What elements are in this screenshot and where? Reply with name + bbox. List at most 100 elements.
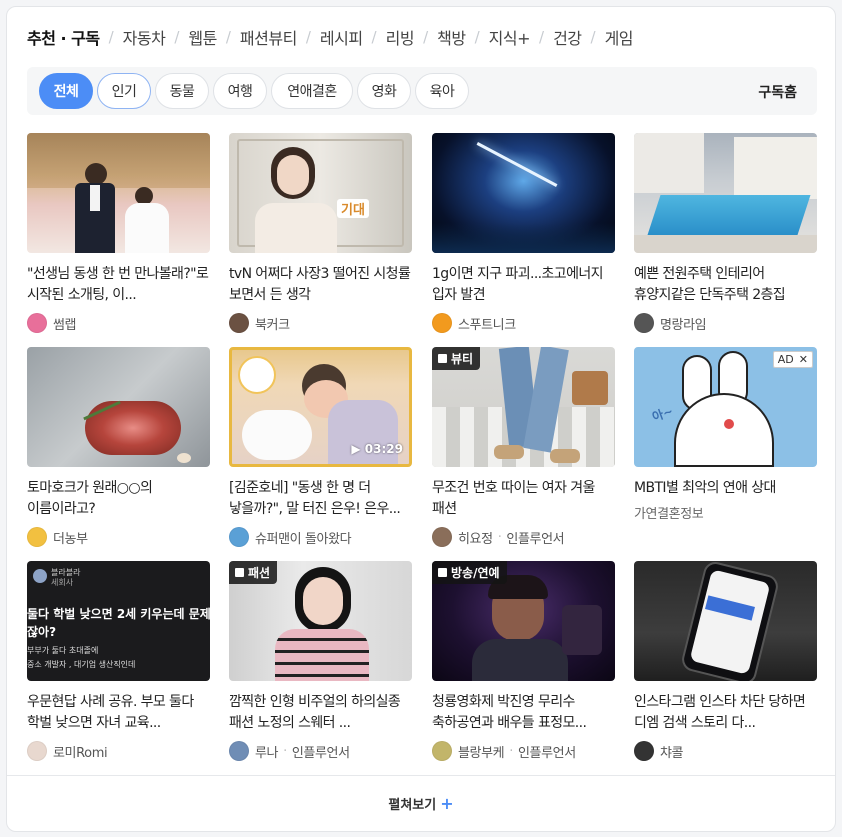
card-title[interactable]: 1g이면 지구 파괴...초고에너지 입자 발견	[432, 264, 615, 306]
nav-separator: /	[174, 28, 180, 46]
card-thumbnail[interactable]: 기대	[229, 133, 412, 253]
expand-more-button[interactable]: 펼쳐보기 +	[7, 775, 835, 831]
ad-badge[interactable]: AD ✕	[772, 351, 813, 368]
card-title[interactable]: "선생님 동생 한 번 만나볼래?"로 시작된 소개팅, 이...	[27, 264, 210, 306]
source-name[interactable]: 명랑라임	[660, 314, 707, 333]
content-card[interactable]: 토마호크가 원래○○의 이름이라고? 더농부	[27, 347, 210, 548]
nav-item-auto[interactable]: 자동차	[123, 25, 166, 49]
source-avatar	[432, 741, 452, 761]
subscribe-home-link[interactable]: 구독홈	[758, 82, 797, 102]
chip-parenting[interactable]: 육아	[415, 73, 469, 109]
content-card[interactable]: 아~ AD ✕ MBTI별 최악의 연애 상대 가연결혼정보	[634, 347, 817, 523]
separator-dot: ·	[509, 743, 513, 759]
nav-separator: /	[371, 28, 377, 46]
card-thumbnail[interactable]: 아~ AD ✕	[634, 347, 817, 467]
source-name[interactable]: 챠콜	[660, 742, 684, 761]
nav-item-webtoon[interactable]: 웹툰	[188, 25, 217, 49]
card-thumbnail[interactable]: 패션	[229, 561, 412, 681]
source-name[interactable]: 루나	[255, 742, 279, 761]
nav-item-recipe[interactable]: 레시피	[320, 25, 363, 49]
thumbnail-text: 세회사	[51, 578, 74, 587]
nav-item-health[interactable]: 건강	[553, 25, 582, 49]
nav-separator: /	[423, 28, 429, 46]
chip-popular[interactable]: 인기	[97, 73, 151, 109]
source-name[interactable]: 썸랩	[53, 314, 77, 333]
card-source: 명랑라임	[634, 312, 817, 334]
card-title[interactable]: 깜찍한 인형 비주얼의 하의실종 패션 노정의 스웨터 ...	[229, 692, 412, 734]
card-source: 썸랩	[27, 312, 210, 334]
content-card[interactable]: "선생님 동생 한 번 만나볼래?"로 시작된 소개팅, 이... 썸랩	[27, 133, 210, 334]
card-thumbnail[interactable]: 블라블라 세회사 둘다 학벌 낮으면 2세 키우는데 문제 잖아? 부부가 둘다…	[27, 561, 210, 681]
badge-icon	[438, 354, 447, 363]
category-badge: 뷰티	[432, 347, 481, 370]
nav-item-fashion-beauty[interactable]: 패션뷰티	[240, 25, 297, 49]
chip-all[interactable]: 전체	[39, 73, 93, 109]
card-thumbnail[interactable]	[27, 133, 210, 253]
card-thumbnail[interactable]	[432, 133, 615, 253]
card-title[interactable]: 무조건 번호 따이는 여자 겨울 패션	[432, 478, 615, 520]
card-title[interactable]: 우문현답 사례 공유. 부모 둘다 학벌 낮으면 자녀 교육...	[27, 692, 210, 734]
nav-item-game[interactable]: 게임	[605, 25, 634, 49]
source-name[interactable]: 더농부	[53, 528, 88, 547]
card-thumbnail[interactable]: ▶ 03:29	[229, 347, 412, 467]
expand-label[interactable]: 펼쳐보기	[388, 794, 436, 813]
content-card[interactable]: 1g이면 지구 파괴...초고에너지 입자 발견 스푸트니크	[432, 133, 615, 334]
thumbnail-caption: 기대	[337, 199, 369, 218]
thumbnail-text: 둘다 학벌 낮으면 2세 키우는데 문제	[27, 607, 210, 621]
thumbnail-text: 잖아?	[27, 625, 57, 639]
content-card[interactable]: 뷰티 무조건 번호 따이는 여자 겨울 패션 히요정 · 인플루언서	[432, 347, 615, 548]
content-card[interactable]: 패션 깜찍한 인형 비주얼의 하의실종 패션 노정의 스웨터 ... 루나 · …	[229, 561, 412, 762]
card-source: 히요정 · 인플루언서	[432, 526, 615, 548]
category-badge: 방송/연예	[432, 561, 507, 584]
card-source: 스푸트니크	[432, 312, 615, 334]
content-card[interactable]: 기대 tvN 어쩌다 사장3 떨어진 시청률 보면서 든 생각 북커크	[229, 133, 412, 334]
card-title[interactable]: tvN 어쩌다 사장3 떨어진 시청률 보면서 든 생각	[229, 264, 412, 306]
nav-item-knowledge[interactable]: 지식+	[489, 25, 531, 49]
source-name[interactable]: 북커크	[255, 314, 290, 333]
card-source: 북커크	[229, 312, 412, 334]
source-name[interactable]: 슈퍼맨이 돌아왔다	[255, 528, 352, 547]
card-source: 슈퍼맨이 돌아왔다	[229, 526, 412, 548]
card-thumbnail[interactable]	[27, 347, 210, 467]
thumbnail-text: 중소 개발자 , 대기업 생산직인데	[27, 660, 136, 669]
source-name[interactable]: 블랑부케	[458, 742, 505, 761]
nav-separator: /	[305, 28, 311, 46]
card-thumbnail[interactable]: 뷰티	[432, 347, 615, 467]
category-badge: 패션	[229, 561, 278, 584]
source-avatar	[432, 527, 452, 547]
card-thumbnail[interactable]	[634, 133, 817, 253]
content-card[interactable]: 예쁜 전원주택 인테리어 휴양지같은 단독주택 2층집 명랑라임	[634, 133, 817, 334]
source-name[interactable]: 로미Romi	[53, 742, 108, 761]
card-title[interactable]: 예쁜 전원주택 인테리어 휴양지같은 단독주택 2층집	[634, 264, 817, 306]
chip-movies[interactable]: 영화	[357, 73, 411, 109]
card-thumbnail[interactable]: 방송/연예	[432, 561, 615, 681]
close-icon[interactable]: ✕	[799, 353, 808, 366]
source-name[interactable]: 스푸트니크	[458, 314, 516, 333]
card-title[interactable]: 청룡영화제 박진영 무리수 축하공연과 배우들 표정모...	[432, 692, 615, 734]
source-type: 인플루언서	[517, 745, 576, 761]
content-card[interactable]: 방송/연예 청룡영화제 박진영 무리수 축하공연과 배우들 표정모... 블랑부…	[432, 561, 615, 762]
chip-travel[interactable]: 여행	[213, 73, 267, 109]
nav-separator: /	[108, 28, 114, 46]
chip-animals[interactable]: 동물	[155, 73, 209, 109]
content-card[interactable]: 블라블라 세회사 둘다 학벌 낮으면 2세 키우는데 문제 잖아? 부부가 둘다…	[27, 561, 210, 762]
card-source: 루나 · 인플루언서	[229, 740, 412, 762]
source-name[interactable]: 가연결혼정보	[634, 503, 704, 522]
card-title[interactable]: MBTI별 최악의 연애 상대	[634, 478, 817, 499]
card-source: 더농부	[27, 526, 210, 548]
source-name[interactable]: 히요정	[458, 528, 493, 547]
source-type: 인플루언서	[506, 531, 565, 547]
nav-item-recommend[interactable]: 추천 · 구독	[27, 25, 100, 49]
card-thumbnail[interactable]	[634, 561, 817, 681]
nav-separator: /	[225, 28, 231, 46]
source-avatar	[634, 313, 654, 333]
chip-dating-marriage[interactable]: 연애결혼	[271, 73, 353, 109]
nav-item-living[interactable]: 리빙	[386, 25, 415, 49]
content-card[interactable]: ▶ 03:29 [김준호네] "동생 한 명 더 낳을까?", 말 터진 은우!…	[229, 347, 412, 548]
card-source: 챠콜	[634, 740, 817, 762]
nav-item-books[interactable]: 책방	[437, 25, 466, 49]
card-title[interactable]: 인스타그램 인스타 차단 당하면 디엠 검색 스토리 다...	[634, 692, 817, 734]
content-card[interactable]: 인스타그램 인스타 차단 당하면 디엠 검색 스토리 다... 챠콜	[634, 561, 817, 762]
card-title[interactable]: 토마호크가 원래○○의 이름이라고?	[27, 478, 210, 520]
card-title[interactable]: [김준호네] "동생 한 명 더 낳을까?", 말 터진 은우! 은우...	[229, 478, 412, 520]
